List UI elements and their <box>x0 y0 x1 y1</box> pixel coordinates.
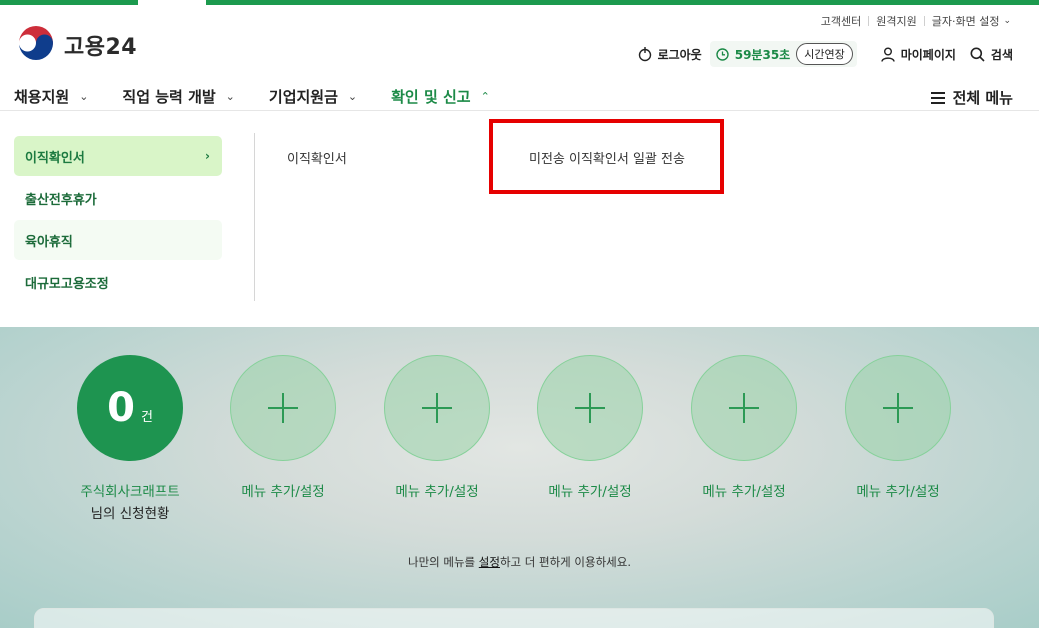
hamburger-icon <box>930 91 945 104</box>
all-menu-label: 전체 메뉴 <box>952 89 1013 107</box>
submenu-label: 이직확인서 <box>25 150 85 166</box>
chevron-down-icon: ⌄ <box>225 89 235 103</box>
add-menu-label: 메뉴 추가/설정 <box>395 484 479 500</box>
logout-label: 로그아웃 <box>657 47 702 62</box>
menu-add-tile[interactable]: 메뉴 추가/설정 <box>845 355 951 500</box>
add-circle <box>845 355 951 461</box>
add-menu-label: 메뉴 추가/설정 <box>702 484 786 500</box>
nav-menu-label: 확인 및 신고 <box>391 87 471 106</box>
submenu-label: 대규모고용조정 <box>25 276 109 292</box>
search-button[interactable]: 검색 <box>970 46 1013 63</box>
taegeuk-logo-icon <box>17 26 55 64</box>
nav-menu-confirm-report[interactable]: 확인 및 신고 ⌃ <box>391 81 490 116</box>
hint-after: 하고 더 편하게 이용하세요. <box>499 555 631 569</box>
clock-icon <box>716 47 729 61</box>
nav-menu-job-skills[interactable]: 직업 능력 개발 ⌄ <box>122 81 234 111</box>
logo-text: 고용24 <box>64 35 138 60</box>
logout-button[interactable]: 로그아웃 <box>638 46 702 63</box>
status-label: 님의 신청현황 <box>90 506 170 522</box>
submenu-item-parental-leave[interactable]: 육아휴직 <box>14 220 222 260</box>
user-icon <box>881 47 895 62</box>
nav-menu-subsidies[interactable]: 기업지원금 ⌄ <box>269 81 357 111</box>
application-status-tile[interactable]: 0 건 주식회사크래프트 님의 신청현황 <box>77 355 183 522</box>
add-circle <box>384 355 490 461</box>
extend-session-button[interactable]: 시간연장 <box>796 43 853 65</box>
mypage-button[interactable]: 마이페이지 <box>881 46 956 63</box>
menu-add-tile[interactable]: 메뉴 추가/설정 <box>691 355 797 500</box>
nav-menu-label: 채용지원 <box>14 87 70 106</box>
menu-link-separation-certificate[interactable]: 이직확인서 <box>287 148 347 167</box>
hint-before: 나만의 메뉴를 <box>408 555 479 569</box>
site-logo[interactable]: 고용24 <box>16 25 137 65</box>
utility-links: 고객센터 원격지원 글자·화면 설정 ⌄ <box>821 13 1011 29</box>
chevron-right-icon: › <box>205 149 210 163</box>
highlight-box <box>489 119 724 194</box>
plus-icon <box>422 393 452 423</box>
submenu-item-separation-certificate[interactable]: 이직확인서 › <box>14 136 222 176</box>
company-name: 주식회사크래프트 <box>80 484 180 500</box>
chevron-down-icon: ⌄ <box>79 89 89 103</box>
search-icon <box>970 47 985 62</box>
main-navigation: 채용지원 ⌄ 직업 능력 개발 ⌄ 기업지원금 ⌄ 확인 및 신고 ⌃ <box>14 81 524 116</box>
add-circle <box>230 355 336 461</box>
menu-add-tile[interactable]: 메뉴 추가/설정 <box>384 355 490 500</box>
chevron-down-icon: ⌄ <box>347 89 358 103</box>
nav-menu-label: 직업 능력 개발 <box>122 87 216 106</box>
settings-link[interactable]: 설정 <box>479 555 500 569</box>
nav-menu-recruitment[interactable]: 채용지원 ⌄ <box>14 81 88 111</box>
menu-add-tile[interactable]: 메뉴 추가/설정 <box>230 355 336 500</box>
nav-menu-label: 기업지원금 <box>268 87 338 106</box>
remote-support-link[interactable]: 원격지원 <box>876 13 916 29</box>
plus-icon <box>575 393 605 423</box>
menu-add-tile[interactable]: 메뉴 추가/설정 <box>537 355 643 500</box>
plus-icon <box>729 393 759 423</box>
content-panel <box>34 608 994 628</box>
menu-hint-text: 나만의 메뉴를 설정하고 더 편하게 이용하세요. <box>0 554 1039 570</box>
menu-divider <box>254 133 255 301</box>
submenu-label: 육아휴직 <box>25 234 73 250</box>
chevron-up-icon: ⌃ <box>480 89 490 103</box>
add-circle <box>537 355 643 461</box>
count-unit: 건 <box>140 409 153 425</box>
plus-icon <box>883 393 913 423</box>
submenu-list: 이직확인서 › 출산전후휴가 육아휴직 대규모고용조정 <box>14 136 222 304</box>
session-timer: 59분35초 시간연장 <box>709 41 857 67</box>
mega-menu-dropdown: 이직확인서 › 출산전후휴가 육아휴직 대규모고용조정 이직확인서 미전송 이직… <box>0 111 1039 327</box>
divider <box>923 16 925 26</box>
count-value: 0 <box>107 385 135 431</box>
submenu-item-mass-adjustment[interactable]: 대규모고용조정 <box>14 262 222 302</box>
add-menu-label: 메뉴 추가/설정 <box>241 484 325 500</box>
customer-center-link[interactable]: 고객센터 <box>821 13 861 29</box>
timer-value: 59분35초 <box>734 47 791 62</box>
all-menu-button[interactable]: 전체 메뉴 <box>930 87 1013 108</box>
dashboard-area: 0 건 주식회사크래프트 님의 신청현황 메뉴 추가/설정 메뉴 추가/설정 메… <box>0 327 1039 628</box>
divider <box>868 16 870 26</box>
mypage-label: 마이페이지 <box>900 47 956 62</box>
site-header: 고객센터 원격지원 글자·화면 설정 ⌄ 고용24 로그아웃 59분35초 시간… <box>0 5 1039 116</box>
add-menu-label: 메뉴 추가/설정 <box>856 484 940 500</box>
display-settings-link[interactable]: 글자·화면 설정 <box>932 13 1000 29</box>
count-circle: 0 건 <box>77 355 183 461</box>
plus-icon <box>268 393 298 423</box>
session-bar: 로그아웃 59분35초 시간연장 마이페이지 검색 <box>624 41 1013 67</box>
add-circle <box>691 355 797 461</box>
search-label: 검색 <box>990 47 1013 62</box>
submenu-item-maternity-leave[interactable]: 출산전후휴가 <box>14 178 222 218</box>
add-menu-label: 메뉴 추가/설정 <box>548 484 632 500</box>
chevron-down-icon: ⌄ <box>1003 16 1011 26</box>
power-icon <box>638 47 651 62</box>
submenu-label: 출산전후휴가 <box>25 192 97 208</box>
